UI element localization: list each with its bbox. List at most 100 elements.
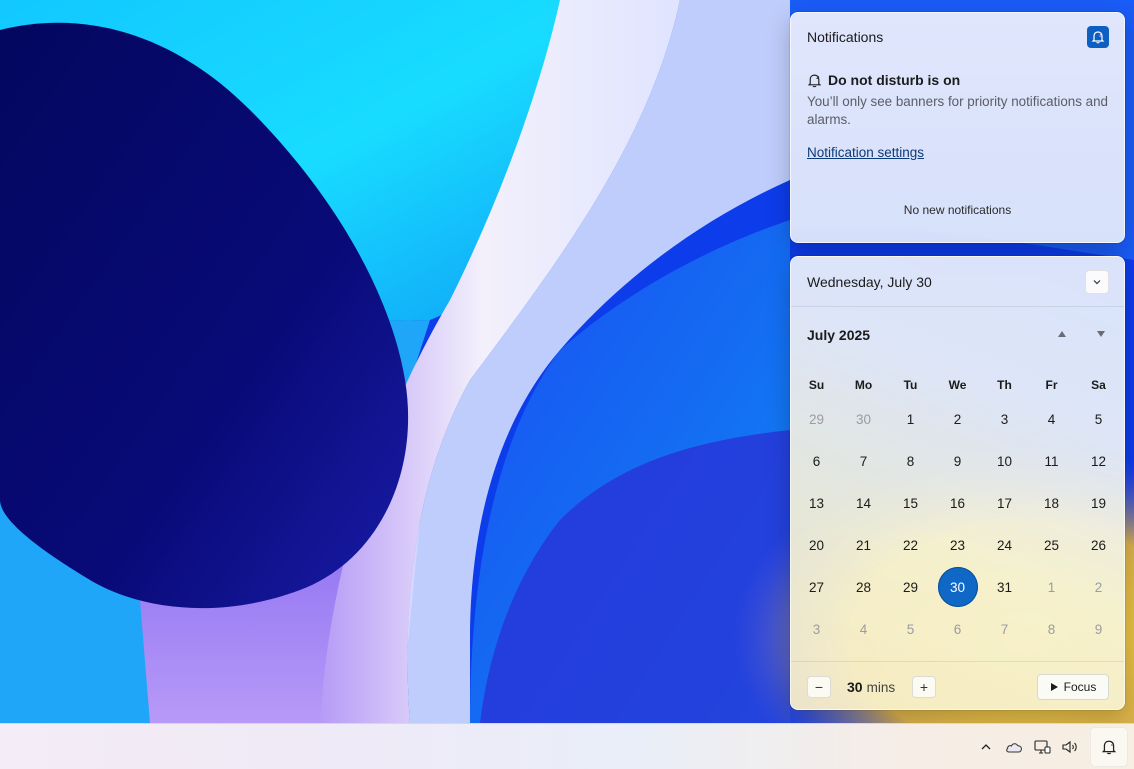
calendar-day[interactable]: 13 bbox=[793, 482, 840, 524]
start-focus-button[interactable]: Focus bbox=[1037, 674, 1109, 700]
play-icon bbox=[1050, 683, 1058, 691]
calendar-day[interactable]: 18 bbox=[1028, 482, 1075, 524]
calendar-day-number: 23 bbox=[949, 537, 966, 553]
notification-settings-link[interactable]: Notification settings bbox=[807, 145, 924, 160]
calendar-day-number: 18 bbox=[1043, 495, 1060, 511]
calendar-day-today[interactable]: 30 bbox=[934, 566, 981, 608]
calendar-day[interactable]: 28 bbox=[840, 566, 887, 608]
calendar-day[interactable]: 25 bbox=[1028, 524, 1075, 566]
calendar-day-number: 16 bbox=[949, 495, 966, 511]
calendar-day-number: 26 bbox=[1090, 537, 1107, 553]
calendar-day[interactable]: 2 bbox=[934, 398, 981, 440]
notifications-title: Notifications bbox=[807, 29, 884, 45]
calendar-day[interactable]: 27 bbox=[793, 566, 840, 608]
calendar-day[interactable]: 8 bbox=[1028, 608, 1075, 650]
calendar-day[interactable]: 16 bbox=[934, 482, 981, 524]
calendar-day-number: 8 bbox=[1047, 621, 1056, 637]
next-month-button[interactable] bbox=[1094, 327, 1108, 341]
calendar-day[interactable]: 17 bbox=[981, 482, 1028, 524]
calendar-day[interactable]: 6 bbox=[934, 608, 981, 650]
decrease-focus-time-button[interactable]: − bbox=[807, 676, 831, 698]
calendar-day[interactable]: 10 bbox=[981, 440, 1028, 482]
calendar-day-number: 22 bbox=[902, 537, 919, 553]
calendar-day-number: 6 bbox=[953, 621, 962, 637]
calendar-day-number: 13 bbox=[808, 495, 825, 511]
calendar-day[interactable]: 29 bbox=[793, 398, 840, 440]
calendar-day[interactable]: 15 bbox=[887, 482, 934, 524]
calendar-day[interactable]: 31 bbox=[981, 566, 1028, 608]
chevron-up-icon bbox=[981, 743, 991, 749]
calendar-day-number: 7 bbox=[1000, 621, 1009, 637]
calendar-day-number: 11 bbox=[1044, 453, 1059, 469]
calendar-day[interactable]: 7 bbox=[981, 608, 1028, 650]
calendar-day[interactable]: 3 bbox=[793, 608, 840, 650]
calendar-day[interactable]: 21 bbox=[840, 524, 887, 566]
calendar-day-number: 9 bbox=[1094, 621, 1103, 637]
calendar-week-row: 20 21 22 23 24 25 26 bbox=[793, 524, 1122, 566]
calendar-day[interactable]: 7 bbox=[840, 440, 887, 482]
weekday-label: Su bbox=[808, 378, 825, 392]
weekday-label: Sa bbox=[1091, 378, 1106, 392]
collapse-calendar-button[interactable] bbox=[1085, 270, 1109, 294]
calendar-day-number: 5 bbox=[906, 621, 915, 637]
network-button[interactable] bbox=[1028, 731, 1056, 763]
calendar-day[interactable]: 4 bbox=[1028, 398, 1075, 440]
calendar-day[interactable]: 11 bbox=[1028, 440, 1075, 482]
calendar-week-row: 6 7 8 9 10 11 12 bbox=[793, 440, 1122, 482]
calendar-day[interactable]: 23 bbox=[934, 524, 981, 566]
calendar-day-number: 19 bbox=[1090, 495, 1107, 511]
calendar-day[interactable]: 19 bbox=[1075, 482, 1122, 524]
do-not-disturb-toggle[interactable]: z bbox=[1087, 26, 1109, 48]
calendar-day[interactable]: 14 bbox=[840, 482, 887, 524]
weekday-label: Tu bbox=[903, 378, 918, 392]
calendar-day[interactable]: 20 bbox=[793, 524, 840, 566]
calendar-day[interactable]: 4 bbox=[840, 608, 887, 650]
onedrive-button[interactable] bbox=[1000, 731, 1028, 763]
calendar-day-number: 1 bbox=[1047, 579, 1056, 595]
calendar-day[interactable]: 9 bbox=[934, 440, 981, 482]
calendar-week-row: 29 30 1 2 3 4 5 bbox=[793, 398, 1122, 440]
calendar-day-number: 1 bbox=[906, 411, 915, 427]
weekday-label: We bbox=[948, 378, 967, 392]
calendar-day-number: 2 bbox=[1094, 579, 1103, 595]
calendar-day[interactable]: 30 bbox=[840, 398, 887, 440]
calendar-day[interactable]: 29 bbox=[887, 566, 934, 608]
calendar-day-number: 27 bbox=[808, 579, 825, 595]
calendar-day[interactable]: 2 bbox=[1075, 566, 1122, 608]
calendar-header: Wednesday, July 30 bbox=[791, 257, 1124, 307]
calendar-day-number: 31 bbox=[996, 579, 1013, 595]
calendar-day[interactable]: 22 bbox=[887, 524, 934, 566]
calendar-day[interactable]: 6 bbox=[793, 440, 840, 482]
calendar-day-number: 29 bbox=[902, 579, 919, 595]
calendar-day[interactable]: 5 bbox=[1075, 398, 1122, 440]
calendar-day-number: 20 bbox=[808, 537, 825, 553]
calendar-day[interactable]: 24 bbox=[981, 524, 1028, 566]
calendar-day[interactable]: 12 bbox=[1075, 440, 1122, 482]
increase-focus-time-button[interactable]: + bbox=[912, 676, 936, 698]
calendar-day[interactable]: 1 bbox=[887, 398, 934, 440]
volume-button[interactable] bbox=[1056, 731, 1084, 763]
calendar-day[interactable]: 1 bbox=[1028, 566, 1075, 608]
calendar-day[interactable]: 9 bbox=[1075, 608, 1122, 650]
notification-center-button[interactable]: z bbox=[1090, 726, 1128, 767]
calendar-day-number: 30 bbox=[937, 567, 978, 607]
calendar-day[interactable]: 3 bbox=[981, 398, 1028, 440]
triangle-up-icon bbox=[1058, 331, 1066, 337]
calendar-day[interactable]: 5 bbox=[887, 608, 934, 650]
calendar-week-row: 3 4 5 6 7 8 9 bbox=[793, 608, 1122, 650]
focus-session-bar: − 30 mins + Focus bbox=[791, 661, 1124, 709]
dnd-status: z Do not disturb is on bbox=[807, 72, 960, 88]
notification-bell-dnd-icon: z bbox=[1101, 740, 1117, 754]
month-label[interactable]: July 2025 bbox=[807, 327, 870, 343]
calendar-day-number: 3 bbox=[812, 621, 821, 637]
dnd-description: You’ll only see banners for priority not… bbox=[807, 94, 1108, 127]
calendar-day[interactable]: 8 bbox=[887, 440, 934, 482]
dnd-heading: Do not disturb is on bbox=[828, 72, 961, 88]
show-hidden-icons-button[interactable] bbox=[972, 731, 1000, 763]
calendar-day-number: 25 bbox=[1043, 537, 1060, 553]
calendar-day[interactable]: 26 bbox=[1075, 524, 1122, 566]
calendar-day-number: 2 bbox=[953, 411, 962, 427]
previous-month-button[interactable] bbox=[1055, 327, 1069, 341]
network-icon bbox=[1034, 739, 1051, 754]
calendar-weeks: 29 30 1 2 3 4 5 6 7 8 9 10 11 12 13 14 15 16 17 18 19 20 21 22 2… bbox=[793, 398, 1122, 650]
